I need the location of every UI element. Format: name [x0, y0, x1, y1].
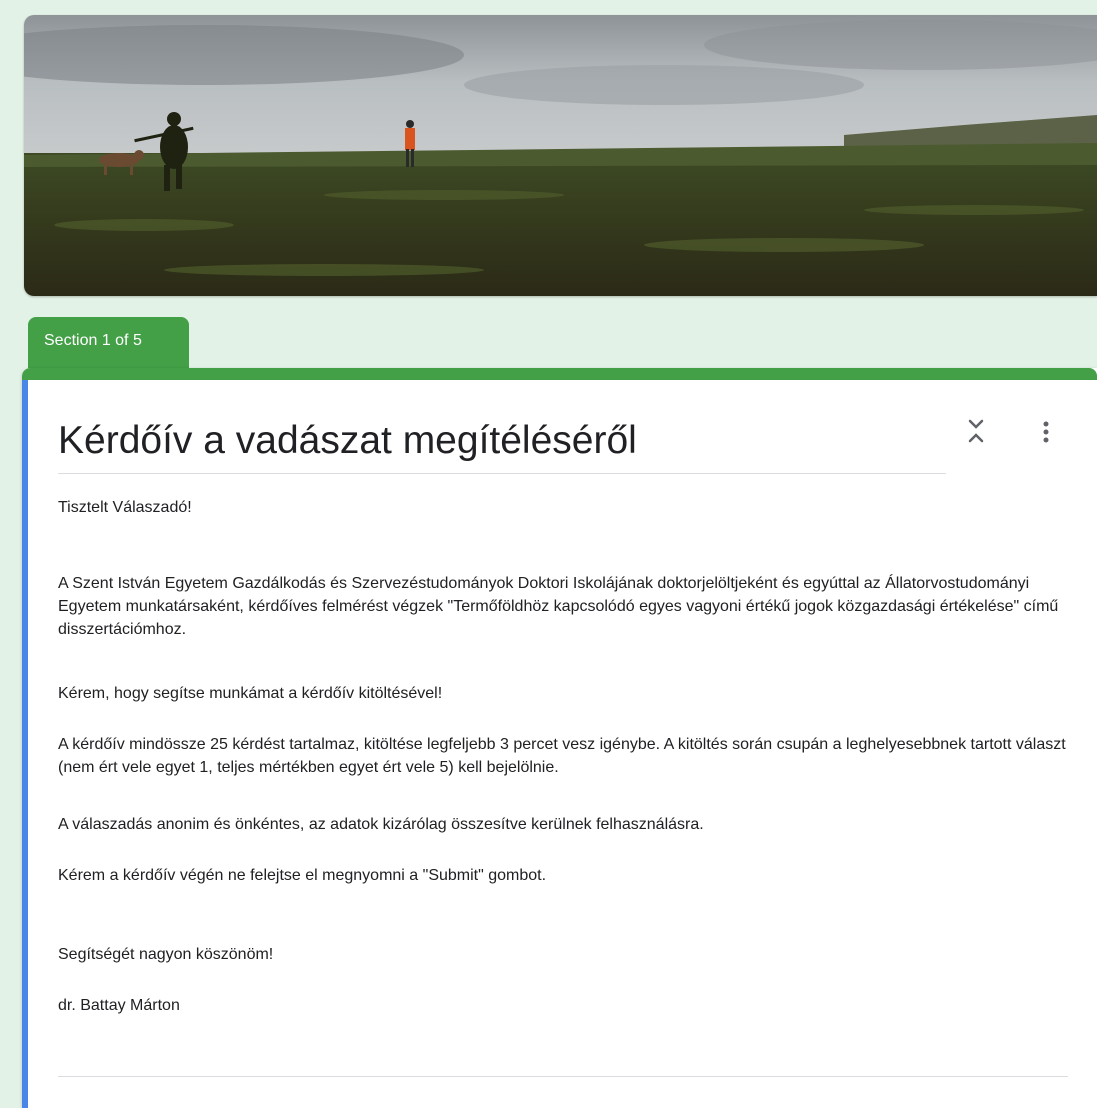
description-instructions: A kérdőív mindössze 25 kérdést tartalmaz… [58, 736, 1066, 776]
card-top-accent [22, 368, 1097, 380]
description-thanks: Segítségét nagyon köszönöm! [58, 946, 274, 963]
form-header-card: Kérdőív a vadászat megítéléséről Tisztel… [22, 368, 1097, 1108]
description-anonymity: A válaszadás anonim és önkéntes, az adat… [58, 816, 704, 833]
header-photo [24, 15, 1097, 296]
header-image [24, 15, 1097, 296]
more-vert-icon[interactable] [1035, 418, 1057, 448]
description-greeting: Tisztelt Válaszadó! [58, 499, 192, 516]
section-tab-label: Section 1 of 5 [44, 332, 142, 349]
form-title[interactable]: Kérdőív a vadászat megítéléséről [58, 418, 946, 474]
collapse-icon[interactable] [965, 416, 987, 452]
description-divider [58, 1076, 1068, 1077]
description-signature: dr. Battay Márton [58, 997, 180, 1014]
description-request: Kérem, hogy segítse munkámat a kérdőív k… [58, 685, 443, 702]
card-focus-indicator [22, 380, 28, 1108]
description-submit-reminder: Kérem a kérdőív végén ne felejtse el meg… [58, 867, 547, 884]
description-intro: A Szent István Egyetem Gazdálkodás és Sz… [58, 575, 1059, 638]
section-tab[interactable]: Section 1 of 5 [28, 317, 189, 372]
